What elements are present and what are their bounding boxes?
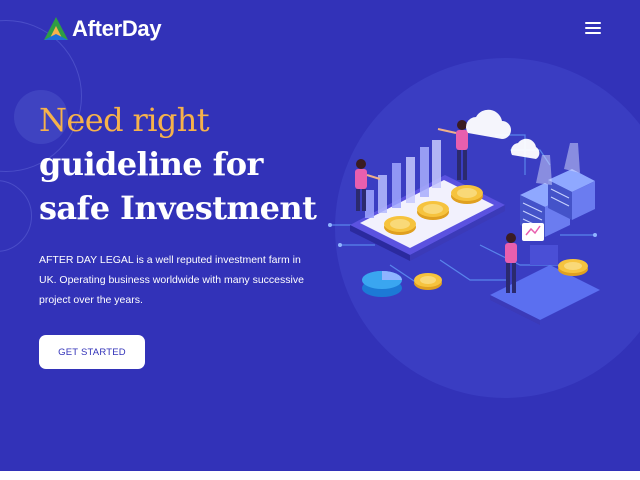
hero-section: AfterDay Need right guideline for safe I… — [0, 0, 640, 471]
headline-line-2: guideline for — [39, 145, 263, 183]
hamburger-menu-icon[interactable] — [585, 22, 601, 36]
headline-line-3: safe Investment — [39, 189, 317, 227]
hero-description: AFTER DAY LEGAL is a well reputed invest… — [39, 254, 304, 306]
get-started-button[interactable]: GET STARTED — [39, 335, 145, 369]
isometric-investment-illustration — [328, 109, 600, 325]
hero-headline: Need right guideline for safe Investment — [39, 98, 317, 230]
brand-name: AfterDay — [72, 16, 162, 41]
decorative-ring — [0, 180, 32, 252]
page-bottom-edge — [0, 471, 640, 480]
headline-line-1: Need right — [39, 101, 210, 139]
logo[interactable]: AfterDay — [41, 14, 162, 44]
afterday-logo-icon — [44, 17, 68, 40]
